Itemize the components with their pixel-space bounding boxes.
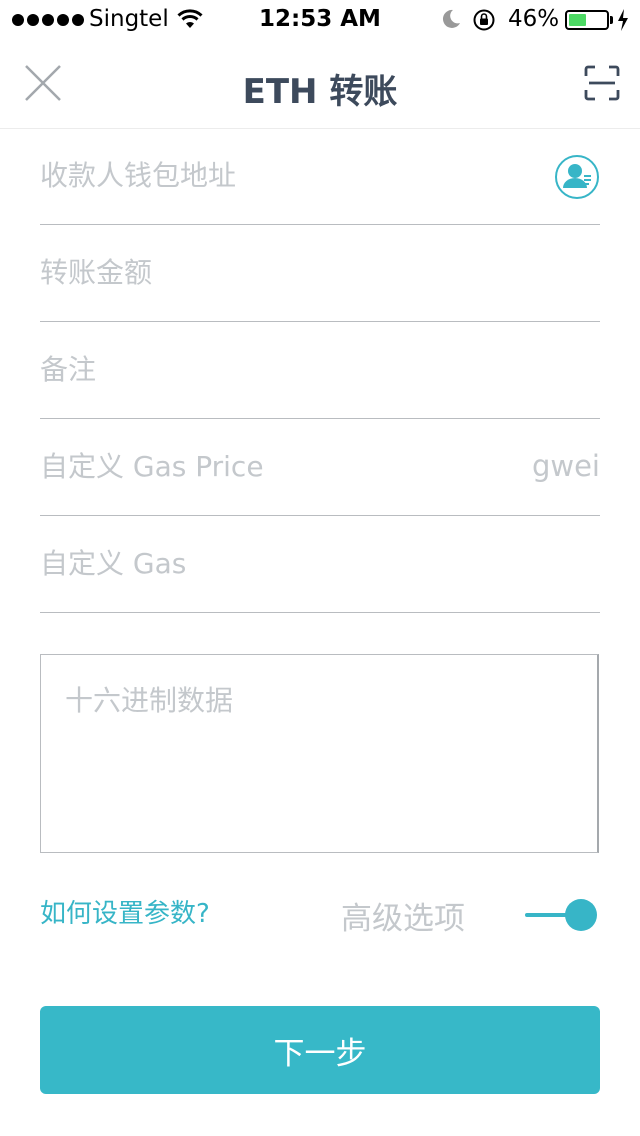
gas-limit-input[interactable] [40,516,600,611]
scan-qr-icon[interactable] [583,64,621,102]
do-not-disturb-icon [442,9,460,28]
hex-data-input[interactable] [41,655,597,852]
next-button[interactable]: 下一步 [40,1006,600,1094]
help-link[interactable]: 如何设置参数? [40,893,210,930]
gas-price-unit: gwei [531,449,600,483]
memo-input[interactable] [40,322,600,417]
charging-bolt-icon [618,9,628,31]
page-title: ETH 转账 [242,72,398,112]
address-book-icon[interactable] [554,154,600,200]
memo-field [40,322,600,419]
gas-limit-field [40,516,600,613]
status-bar: Singtel 12:53 AM 46% [0,0,640,40]
rotation-lock-icon [473,9,495,31]
battery-icon [565,10,609,30]
amount-input[interactable] [40,225,600,320]
amount-field [40,225,600,322]
recipient-address-input[interactable] [40,128,600,223]
toggle-knob [565,899,597,931]
gas-price-field: gwei [40,419,600,516]
battery-tip [610,16,613,24]
gas-price-input[interactable] [40,419,600,514]
advanced-options-toggle[interactable] [522,897,600,933]
nav-bar: ETH 转账 [0,40,640,129]
recipient-address-field [40,128,600,225]
hex-data-box [40,654,599,853]
advanced-options-label: 高级选项 [341,901,465,937]
battery-percentage: 46% [508,6,560,32]
